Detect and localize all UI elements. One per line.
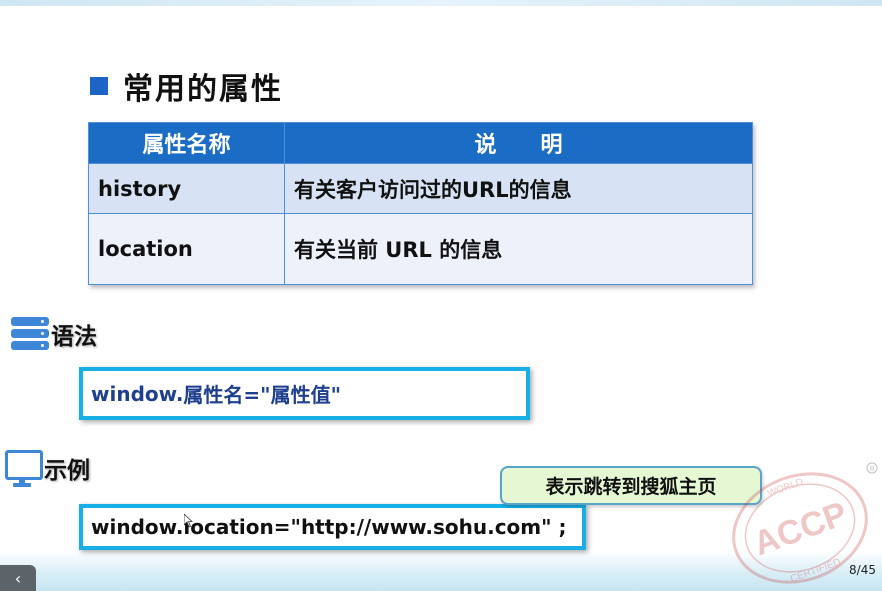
table-cell-property: history — [88, 163, 285, 214]
example-section-heading: 示例 — [4, 448, 90, 488]
table-row: history 有关客户访问过的URL的信息 — [88, 163, 753, 214]
example-label: 示例 — [44, 458, 90, 484]
server-stack-icon — [11, 316, 51, 352]
syntax-section-heading: 语法 — [11, 316, 97, 352]
slide-title: 常用的属性 — [123, 72, 283, 107]
table-header-row: 属性名称 说 明 — [88, 122, 753, 164]
mouse-cursor-icon — [184, 514, 193, 528]
monitor-icon — [4, 448, 44, 488]
syntax-code-box: window. 属性名="属性值" — [79, 367, 530, 420]
top-decorative-bar — [0, 0, 882, 6]
column-header-name: 属性名称 — [88, 122, 285, 164]
slide-title-row: 常用的属性 — [90, 64, 283, 108]
watermark-text: ACCP — [749, 495, 853, 564]
svg-text:R: R — [869, 466, 874, 473]
syntax-code-prefix: window. — [91, 381, 184, 406]
watermark-ring-top: WORLD — [766, 477, 805, 500]
example-code-box: window.location="http://www.sohu.com" ; — [79, 504, 586, 550]
table-cell-description: 有关客户访问过的URL的信息 — [284, 163, 753, 214]
chevron-left-icon: ‹ — [14, 568, 22, 588]
previous-slide-button[interactable]: ‹ — [0, 565, 36, 591]
page-indicator: 8/45 — [849, 563, 876, 577]
column-header-description: 说 明 — [284, 122, 753, 164]
square-bullet-icon — [90, 77, 108, 95]
example-code: window.location="http://www.sohu.com" ; — [91, 515, 567, 539]
properties-table: 属性名称 说 明 history 有关客户访问过的URL的信息 location… — [88, 122, 753, 285]
table-cell-description: 有关当前 URL 的信息 — [284, 213, 753, 285]
syntax-code-rest: 属性名="属性值" — [183, 383, 342, 407]
table-cell-property: location — [88, 213, 285, 285]
table-row: location 有关当前 URL 的信息 — [88, 213, 753, 285]
syntax-label: 语法 — [51, 324, 97, 350]
